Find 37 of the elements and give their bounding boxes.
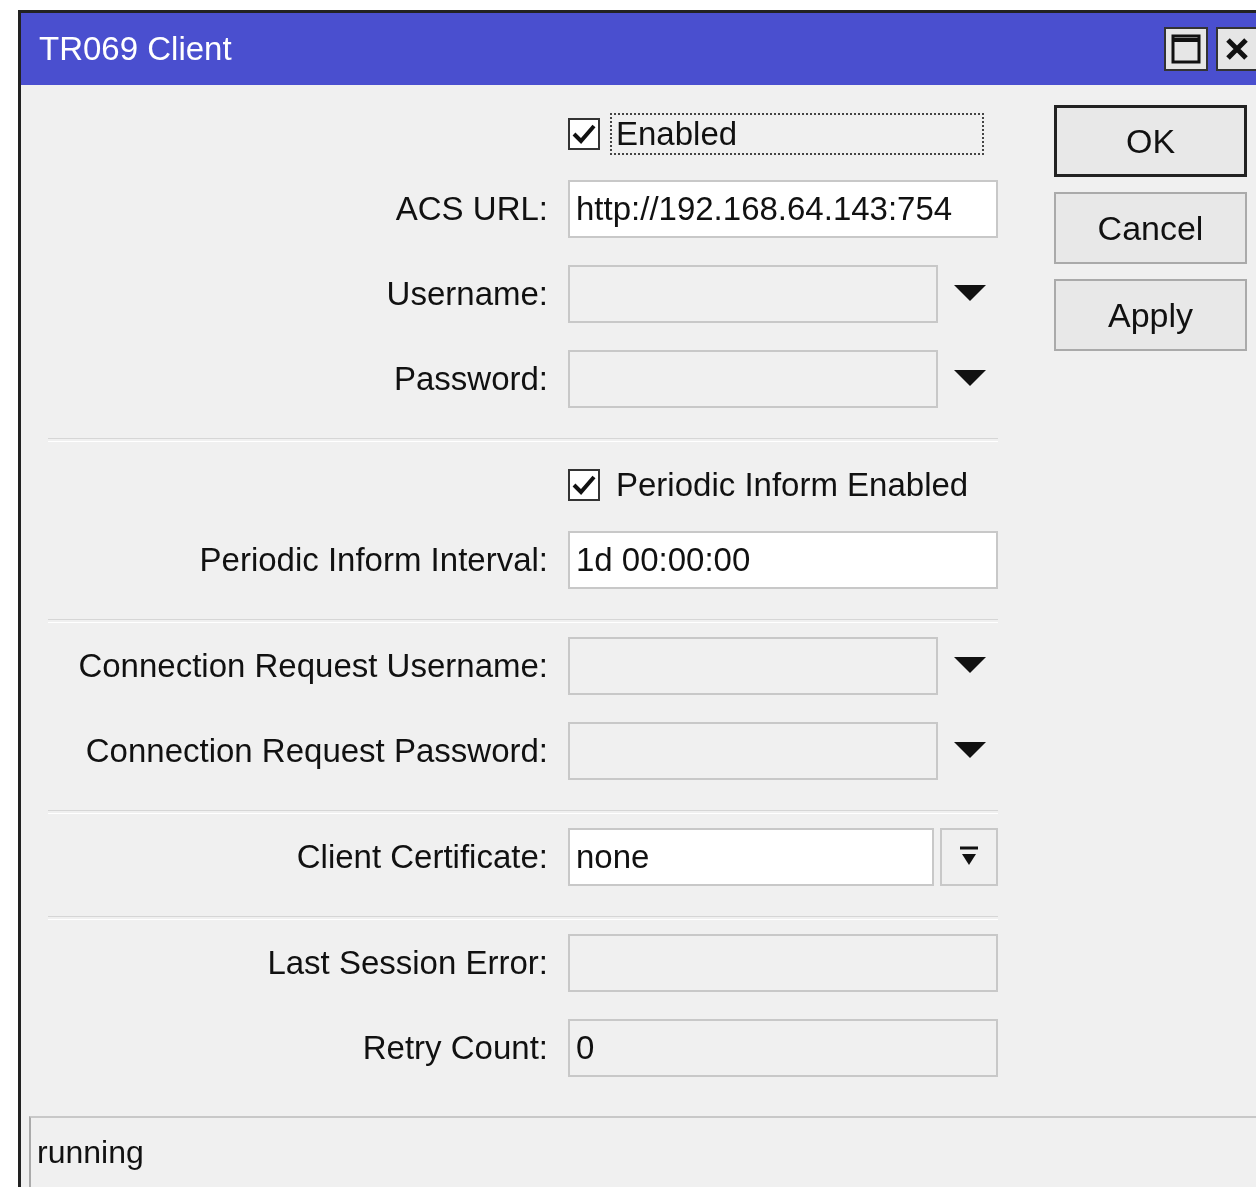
- checkmark-icon: [572, 123, 596, 145]
- select-button[interactable]: [940, 828, 998, 886]
- checkbox[interactable]: [568, 469, 600, 501]
- dropdown-arrow-icon[interactable]: [954, 285, 986, 303]
- field-label: Client Certificate:: [295, 838, 549, 876]
- checkbox-label: Enabled: [610, 113, 984, 155]
- field-label: ACS URL:: [394, 190, 549, 228]
- checkbox[interactable]: [568, 118, 600, 150]
- maximize-icon: [1171, 34, 1201, 64]
- checkmark-icon: [572, 474, 596, 496]
- dialog-button[interactable]: Cancel: [1054, 192, 1247, 264]
- close-button[interactable]: [1216, 27, 1256, 71]
- text-field[interactable]: 1d 00:00:00: [568, 531, 998, 589]
- text-field[interactable]: http://192.168.64.143:754: [568, 180, 998, 238]
- field-label: Connection Request Password:: [84, 732, 549, 770]
- field-label: Last Session Error:: [266, 944, 549, 982]
- dropdown-arrow-icon[interactable]: [954, 370, 986, 388]
- close-icon: [1225, 37, 1249, 61]
- field-label: Retry Count:: [361, 1029, 549, 1067]
- input-field[interactable]: [568, 350, 938, 408]
- select-field[interactable]: none: [568, 828, 934, 886]
- input-field[interactable]: [568, 722, 938, 780]
- dropdown-arrow-icon[interactable]: [954, 742, 986, 760]
- window-title: TR069 Client: [39, 30, 233, 68]
- field-label: Username:: [385, 275, 549, 313]
- field-label: Connection Request Username:: [77, 647, 549, 685]
- maximize-button[interactable]: [1164, 27, 1208, 71]
- input-field[interactable]: [568, 637, 938, 695]
- dialog-button[interactable]: OK: [1054, 105, 1247, 177]
- field-label: Password:: [392, 360, 549, 398]
- field-label: Periodic Inform Interval:: [198, 541, 549, 579]
- checkbox-label: Periodic Inform Enabled: [615, 465, 970, 505]
- status-text: running: [36, 1134, 144, 1171]
- readonly-field: 0: [568, 1019, 998, 1077]
- dialog-button[interactable]: Apply: [1054, 279, 1247, 351]
- dropdown-arrow-icon[interactable]: [954, 657, 986, 675]
- input-field[interactable]: [568, 265, 938, 323]
